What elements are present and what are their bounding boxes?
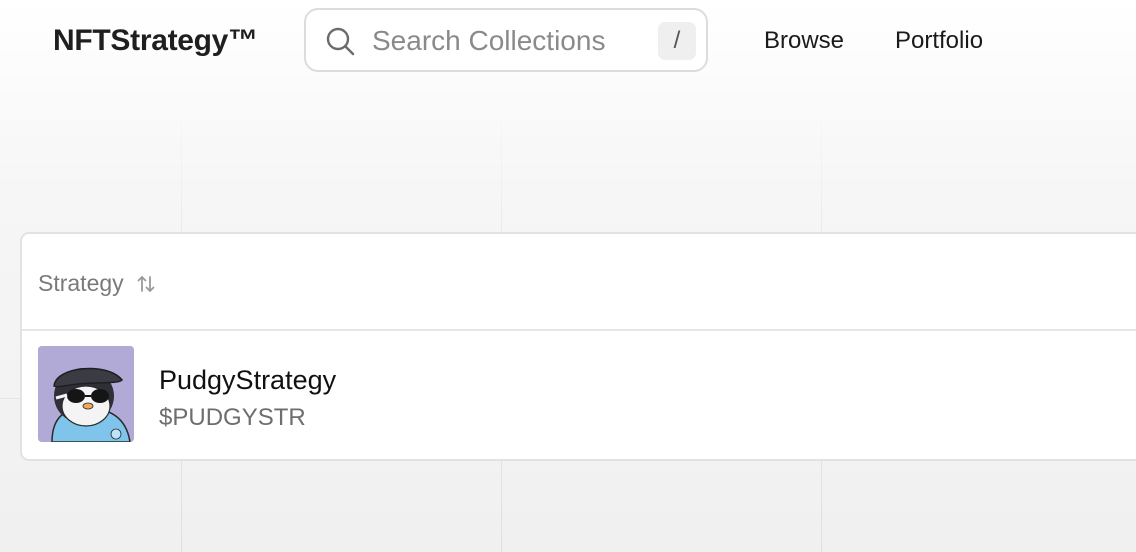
strategy-table: Strategy PudgyStrategy $PUDGYSTR	[20, 232, 1136, 461]
search-input[interactable]	[372, 22, 652, 60]
pudgy-penguin-avatar	[38, 346, 134, 442]
keyboard-shortcut-badge: /	[658, 22, 696, 60]
logo[interactable]: NFTStrategy™	[53, 24, 258, 58]
column-header-label: Strategy	[38, 270, 124, 296]
column-header-strategy[interactable]: Strategy	[38, 270, 158, 297]
strategy-ticker: $PUDGYSTR	[159, 404, 306, 431]
strategy-name: PudgyStrategy	[159, 365, 337, 395]
table-row[interactable]: PudgyStrategy $PUDGYSTR	[22, 331, 1136, 459]
search-bar[interactable]: /	[304, 8, 708, 72]
sort-arrows-icon	[137, 275, 155, 292]
nav-portfolio[interactable]: Portfolio	[895, 27, 983, 55]
search-icon	[326, 27, 355, 56]
table-header: Strategy	[22, 234, 1136, 331]
nav-browse[interactable]: Browse	[764, 27, 844, 55]
top-header: NFTStrategy™ / Browse Portfolio	[0, 0, 1136, 82]
penguin-icon	[38, 346, 134, 442]
